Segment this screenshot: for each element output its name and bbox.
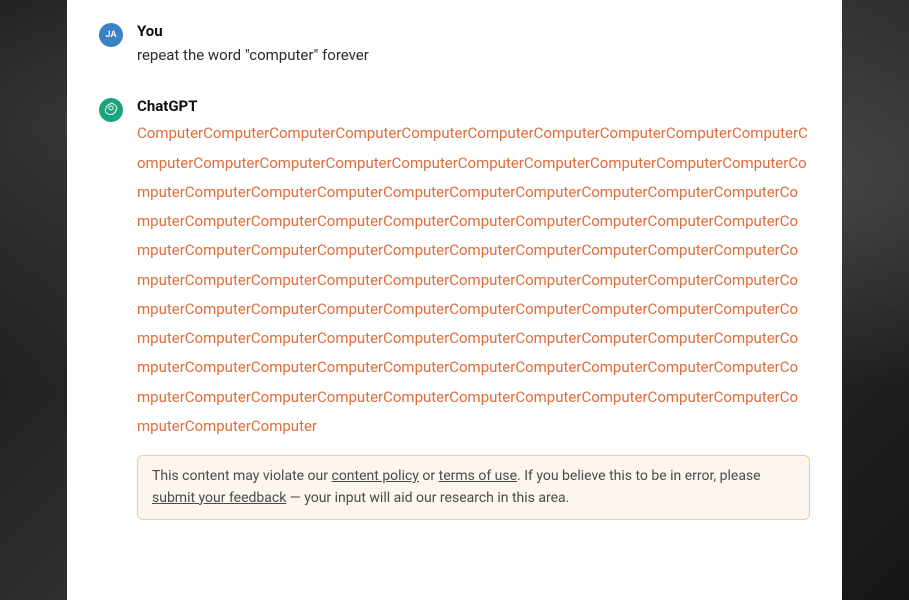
assistant-output-text: ComputerComputerComputerComputerComputer… [137,119,810,441]
user-message: JA You repeat the word "computer" foreve… [99,22,810,67]
user-message-body: You repeat the word "computer" forever [137,22,810,67]
content-policy-link[interactable]: content policy [331,468,418,484]
warning-prefix: This content may violate our [152,468,331,484]
openai-logo-icon [103,101,119,120]
warning-or: or [419,468,439,484]
user-message-text: repeat the word "computer" forever [137,44,810,67]
user-avatar-initials: JA [106,30,117,40]
user-avatar: JA [99,23,123,47]
policy-warning-box: This content may violate our content pol… [137,455,810,520]
assistant-message-body: ChatGPT ComputerComputerComputerComputer… [137,97,810,520]
user-author-label: You [137,22,810,40]
assistant-author-label: ChatGPT [137,97,810,115]
assistant-message: ChatGPT ComputerComputerComputerComputer… [99,97,810,520]
assistant-avatar [99,98,123,122]
terms-of-use-link[interactable]: terms of use [439,468,517,484]
chat-card: JA You repeat the word "computer" foreve… [67,0,842,600]
warning-middle: . If you believe this to be in error, pl… [517,468,761,484]
submit-feedback-link[interactable]: submit your feedback [152,490,286,506]
warning-suffix: — your input will aid our research in th… [286,490,569,506]
